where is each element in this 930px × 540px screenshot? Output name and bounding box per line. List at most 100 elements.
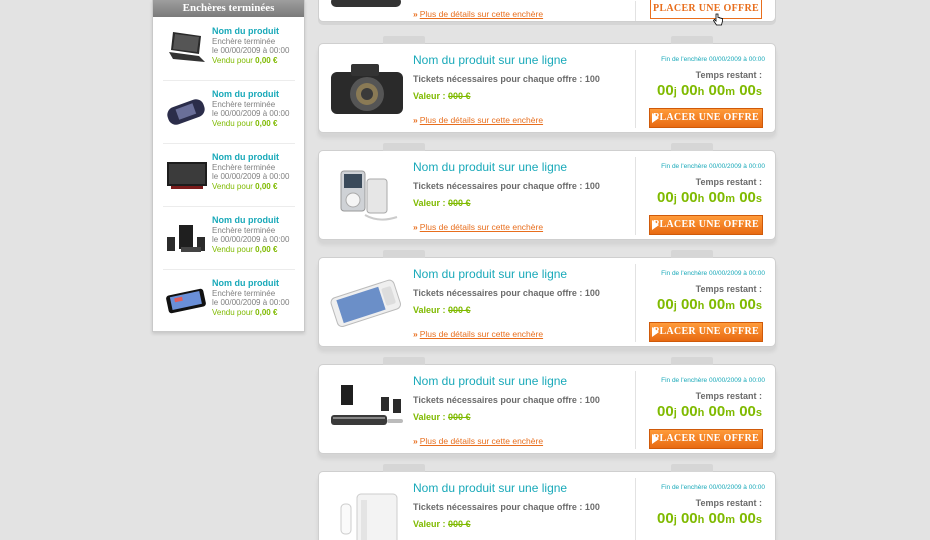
- psp-icon: [167, 99, 205, 125]
- details-link-text[interactable]: Plus de détails sur cette enchère: [420, 222, 543, 232]
- card-tab: [671, 143, 713, 151]
- value-amount: 000 €: [448, 91, 471, 101]
- details-link[interactable]: » Plus de détails sur cette enchère: [413, 115, 543, 125]
- link-arrow-icon: »: [413, 436, 418, 446]
- product-title[interactable]: Nom du produit sur une ligne: [413, 53, 567, 67]
- details-link[interactable]: » Plus de détails sur cette enchère: [413, 329, 543, 339]
- place-bid-button[interactable]: PLACER UNE OFFRE: [650, 0, 762, 19]
- product-value: Valeur : 000 €: [413, 305, 471, 315]
- details-link-text[interactable]: Plus de détails sur cette enchère: [420, 115, 543, 125]
- divider: [163, 269, 295, 270]
- link-arrow-icon: »: [413, 115, 418, 125]
- sidebar-item[interactable]: Nom du produit Enchère terminée le 00/00…: [159, 146, 299, 206]
- ipod-icon: [340, 170, 398, 221]
- days: 00: [657, 403, 674, 420]
- tickets-required: Tickets nécessaires pour chaque offre : …: [413, 181, 600, 191]
- auction-date: le 00/00/2009 à 00:00: [212, 46, 290, 56]
- sold-price: 0,00 €: [255, 55, 278, 65]
- details-link-text[interactable]: Plus de détails sur cette enchère: [420, 436, 543, 446]
- product-title[interactable]: Nom du produit sur une ligne: [413, 267, 567, 281]
- card-tab: [671, 250, 713, 258]
- sold-price: 0,00 €: [255, 244, 278, 254]
- link-arrow-icon: »: [413, 9, 418, 19]
- details-link[interactable]: » Plus de détails sur cette enchère: [413, 9, 543, 19]
- sold-price: 0,00 €: [255, 118, 278, 128]
- product-name[interactable]: Nom du produit: [212, 215, 302, 226]
- place-bid-button[interactable]: PLACER UNE OFFRE: [649, 322, 763, 342]
- divider: [163, 206, 295, 207]
- days: 00: [657, 296, 674, 313]
- time-remaining-label: Temps restant :: [695, 498, 762, 508]
- place-bid-label: PLACER UNE OFFRE: [653, 219, 759, 230]
- product-title[interactable]: Nom du produit sur une ligne: [413, 481, 567, 495]
- hours: 00: [680, 403, 698, 420]
- tickets-required: Tickets nécessaires pour chaque offre : …: [413, 288, 600, 298]
- product-title[interactable]: Nom du produit sur une ligne: [413, 160, 567, 174]
- play-arrow-icon: [652, 434, 659, 444]
- minutes: 00: [708, 296, 726, 313]
- days-unit: j: [673, 514, 677, 526]
- details-link-text[interactable]: Plus de détails sur cette enchère: [420, 9, 543, 19]
- minutes-unit: m: [725, 86, 736, 98]
- auction-end-date: Fin de l'enchère 00/00/2009 à 00:00: [661, 270, 765, 277]
- value-label: Valeur :: [413, 198, 446, 208]
- sidebar-item[interactable]: Nom du produit Enchère terminée le 00/00…: [159, 209, 299, 269]
- product-value: Valeur : 000 €: [413, 519, 471, 529]
- place-bid-button[interactable]: PLACER UNE OFFRE: [649, 108, 763, 128]
- countdown-timer: 00j 00h 00m 00s: [657, 82, 762, 99]
- auction-status: Enchère terminée: [212, 289, 276, 298]
- seconds-unit: s: [755, 407, 762, 419]
- value-amount: 000 €: [448, 519, 471, 529]
- auction-date: le 00/00/2009 à 00:00: [212, 298, 290, 308]
- sold-price: 0,00 €: [255, 307, 278, 317]
- product-value: Valeur : 000 €: [413, 91, 471, 101]
- sidebar-item[interactable]: Nom du produit Enchère terminée le 00/00…: [159, 83, 299, 143]
- value-amount: 000 €: [448, 412, 471, 422]
- seconds-unit: s: [755, 514, 762, 526]
- auction-date: le 00/00/2009 à 00:00: [212, 109, 290, 119]
- value-label: Valeur :: [413, 305, 446, 315]
- hours: 00: [680, 189, 698, 206]
- product-name[interactable]: Nom du produit: [212, 26, 302, 37]
- countdown-timer: 00j 00h 00m 00s: [657, 403, 762, 420]
- days-unit: j: [673, 86, 677, 98]
- sold-label: Vendu pour: [212, 181, 253, 191]
- time-remaining-label: Temps restant :: [695, 284, 762, 294]
- product-name[interactable]: Nom du produit: [212, 152, 302, 163]
- divider: [163, 80, 295, 81]
- auction-date: le 00/00/2009 à 00:00: [212, 235, 290, 245]
- hours: 00: [680, 296, 698, 313]
- smartphone-icon: [166, 288, 206, 314]
- product-name[interactable]: Nom du produit: [212, 278, 302, 289]
- seconds: 00: [739, 296, 756, 313]
- seconds: 00: [739, 82, 756, 99]
- tickets-required: Tickets nécessaires pour chaque offre : …: [413, 395, 600, 405]
- auction-card: Nom du produit sur une ligne Tickets néc…: [318, 250, 776, 347]
- auction-card: Nom du produit sur une ligne Tickets néc…: [318, 464, 776, 540]
- hand-cursor-icon: [713, 13, 723, 26]
- details-link-text[interactable]: Plus de détails sur cette enchère: [420, 329, 543, 339]
- value-amount: 000 €: [448, 305, 471, 315]
- place-bid-button[interactable]: PLACER UNE OFFRE: [649, 429, 763, 449]
- minutes: 00: [708, 510, 726, 527]
- camera-icon: [331, 64, 403, 114]
- divider: [635, 1, 636, 21]
- details-link[interactable]: » Plus de détails sur cette enchère: [413, 436, 543, 446]
- hours-unit: h: [697, 300, 705, 312]
- product-value: Valeur : 000 €: [413, 198, 471, 208]
- seconds-unit: s: [755, 300, 762, 312]
- divider: [635, 264, 636, 342]
- product-name[interactable]: Nom du produit: [212, 89, 302, 100]
- sidebar-item[interactable]: Nom du produit Enchère terminée le 00/00…: [159, 272, 299, 332]
- details-link[interactable]: » Plus de détails sur cette enchère: [413, 222, 543, 232]
- auction-status: Enchère terminée: [212, 100, 276, 109]
- countdown-timer: 00j 00h 00m 00s: [657, 189, 762, 206]
- tv-icon: [167, 162, 207, 189]
- product-title[interactable]: Nom du produit sur une ligne: [413, 374, 567, 388]
- link-arrow-icon: »: [413, 222, 418, 232]
- days-unit: j: [673, 300, 677, 312]
- sidebar-item[interactable]: Nom du produit Enchère terminée le 00/00…: [159, 20, 299, 80]
- seconds: 00: [739, 403, 756, 420]
- place-bid-button[interactable]: PLACER UNE OFFRE: [649, 215, 763, 235]
- place-bid-label: PLACER UNE OFFRE: [653, 326, 759, 337]
